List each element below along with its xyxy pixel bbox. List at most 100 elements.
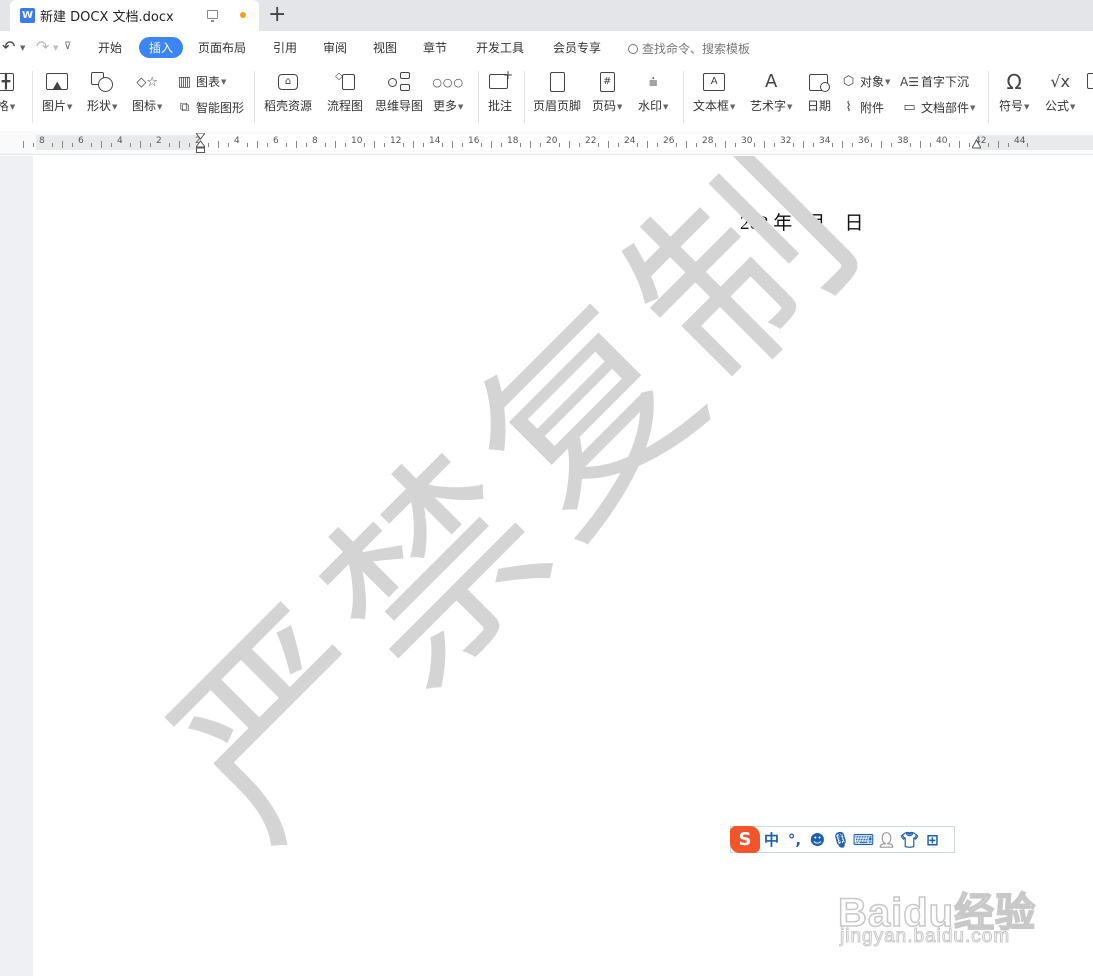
document-page[interactable]: 202 年 月 日 严禁复制 xyxy=(33,156,1093,976)
ribbon-overflow-item[interactable] xyxy=(1087,71,1093,97)
ruler-tick xyxy=(675,143,677,147)
ruler-tick xyxy=(773,143,775,147)
ruler-tick xyxy=(402,143,404,147)
watermark-button[interactable]: ⩧ 水印▼ xyxy=(638,71,668,114)
menu-review[interactable]: 审阅 xyxy=(323,39,347,56)
chart-button[interactable]: ▥ 图表 ▼ xyxy=(177,73,227,90)
redo-icon[interactable]: ↷ xyxy=(36,37,49,56)
document-tab-title: 新建 DOCX 文档.docx xyxy=(40,10,174,25)
ruler-tick xyxy=(480,143,482,147)
flowchart-label: 流程图 xyxy=(327,99,364,113)
calendar-icon xyxy=(807,71,831,93)
ime-chinese-mode[interactable]: 中 xyxy=(760,829,783,850)
ruler-tick xyxy=(881,141,882,148)
ruler-tick xyxy=(179,141,180,148)
cut-off-icon xyxy=(1087,71,1093,93)
mindmap-button[interactable]: 思维导图 xyxy=(375,71,423,114)
menu-member[interactable]: 会员专享 xyxy=(553,39,601,56)
ruler-tick xyxy=(686,141,687,148)
date-button[interactable]: 日期 xyxy=(807,71,831,114)
redo-dropdown-icon[interactable]: ▼ xyxy=(53,44,58,52)
horizontal-ruler[interactable]: 8 6 4 2 2 4 6 8 10 12 14 16 18 20 22 24 26 28 30 32 34 36 38 40… xyxy=(0,131,1093,155)
table-button[interactable]: ╋ 格▼ xyxy=(0,71,18,114)
ruler-tick xyxy=(929,143,931,147)
ime-punctuation[interactable]: °, xyxy=(783,831,806,849)
picture-button[interactable]: ⛰ 图片▼ xyxy=(42,71,72,114)
date-line[interactable]: 202 年 月 日 xyxy=(740,208,864,235)
more-button[interactable]: ○○○ 更多▼ xyxy=(432,71,463,114)
ruler-tick xyxy=(792,143,794,147)
shape-button[interactable]: 形状▼ xyxy=(87,71,117,114)
ruler-tick xyxy=(344,143,346,147)
quick-access-more-icon[interactable]: ⊽ xyxy=(64,41,71,52)
menu-view[interactable]: 视图 xyxy=(373,39,397,56)
flowchart-button[interactable]: ◇ 流程图 xyxy=(327,71,363,114)
keyboard-icon[interactable]: ⌨ xyxy=(852,831,875,849)
toolbox-icon[interactable]: ⊞ xyxy=(921,831,944,849)
textbox-button[interactable]: A 文本框▼ xyxy=(693,71,735,114)
ruler-tick xyxy=(207,143,209,147)
ruler-tick xyxy=(725,141,726,148)
drop-cap-button[interactable]: A☰ 首字下沉 xyxy=(900,73,969,90)
ruler-tick xyxy=(491,141,492,148)
ribbon-separator xyxy=(32,71,33,123)
header-footer-button[interactable]: 页眉页脚 xyxy=(533,71,581,114)
monitor-icon[interactable] xyxy=(207,10,218,22)
ruler-tick xyxy=(168,143,170,147)
menu-insert[interactable]: 插入 xyxy=(139,37,184,58)
page-number-button[interactable]: # 页码▼ xyxy=(592,71,622,114)
ruler-tick xyxy=(500,143,502,147)
document-tab[interactable]: W 新建 DOCX 文档.docx xyxy=(10,0,259,31)
comment-button[interactable]: + 批注 xyxy=(488,69,513,114)
doc-parts-button[interactable]: ▭ 文档部件 ▼ xyxy=(902,99,975,116)
skin-shirt-icon[interactable]: 👕︎ xyxy=(898,831,921,849)
symbol-label: 符号 xyxy=(999,99,1024,113)
menu-developer[interactable]: 开发工具 xyxy=(476,39,524,56)
ruler-label: 30 xyxy=(741,136,753,146)
ruler-label: 28 xyxy=(702,136,714,146)
ruler-tick xyxy=(851,143,853,147)
smart-art-icon: ⧉ xyxy=(179,100,190,115)
ruler-label: 40 xyxy=(936,136,948,146)
right-indent-marker-icon[interactable] xyxy=(971,138,982,149)
wordart-label: 艺术字 xyxy=(750,99,787,113)
table-icon: ╋ xyxy=(0,71,18,93)
menu-section[interactable]: 章节 xyxy=(423,39,447,56)
daoke-button[interactable]: ⌂ 稻壳资源 xyxy=(264,71,312,114)
more-label: 更多 xyxy=(433,99,458,113)
smart-art-button[interactable]: ⧉ 智能图形 xyxy=(177,99,244,116)
ruler-tick xyxy=(227,143,229,147)
icon-button[interactable]: ◇☆ 图标▼ xyxy=(132,71,162,114)
symbol-button[interactable]: Ω 符号▼ xyxy=(999,71,1029,114)
ruler-tick xyxy=(266,143,268,147)
ruler-tick xyxy=(441,143,443,147)
undo-dropdown-icon[interactable]: ▼ xyxy=(20,44,25,52)
ime-toolbar[interactable]: S 中 °, ☻ 🎙︎ ⌨ 👤︎ 👕︎ ⊞ xyxy=(730,826,955,853)
emoji-icon[interactable]: ☻ xyxy=(806,831,829,849)
sogou-logo-icon[interactable]: S xyxy=(730,826,760,853)
command-search[interactable]: 查找命令、搜索模板 xyxy=(628,40,750,57)
textbox-label: 文本框 xyxy=(693,99,730,113)
user-icon[interactable]: 👤︎ xyxy=(875,831,898,849)
ruler-tick xyxy=(753,143,755,147)
ruler-label: 18 xyxy=(507,136,519,146)
microphone-icon[interactable]: 🎙︎ xyxy=(829,831,852,849)
wordart-icon: A xyxy=(765,71,778,92)
formula-button[interactable]: √x 公式▼ xyxy=(1045,71,1075,114)
new-tab-button[interactable]: + xyxy=(268,2,286,28)
ruler-tick xyxy=(959,141,960,148)
wordart-button[interactable]: A 艺术字▼ xyxy=(750,71,792,114)
undo-icon[interactable]: ↶ xyxy=(2,37,15,56)
ribbon: ╋ 格▼ ⛰ 图片▼ 形状▼ ◇☆ 图标▼ ▥ 图表 ▼ ⧉ 智能图形 ⌂ 稻壳资… xyxy=(0,65,1093,131)
menu-home[interactable]: 开始 xyxy=(98,39,122,56)
object-button[interactable]: ⬡ 对象 ▼ xyxy=(841,73,891,90)
ruler-tick xyxy=(90,143,92,147)
attachment-button[interactable]: ⌇ 附件 xyxy=(841,99,884,116)
menu-references[interactable]: 引用 xyxy=(273,39,297,56)
menu-page-layout[interactable]: 页面布局 xyxy=(198,39,246,56)
ruler-tick xyxy=(695,143,697,147)
ruler-tick xyxy=(920,141,921,148)
ruler-tick xyxy=(110,143,112,147)
left-indent-marker-icon[interactable] xyxy=(195,132,206,153)
ruler-tick xyxy=(257,141,258,148)
